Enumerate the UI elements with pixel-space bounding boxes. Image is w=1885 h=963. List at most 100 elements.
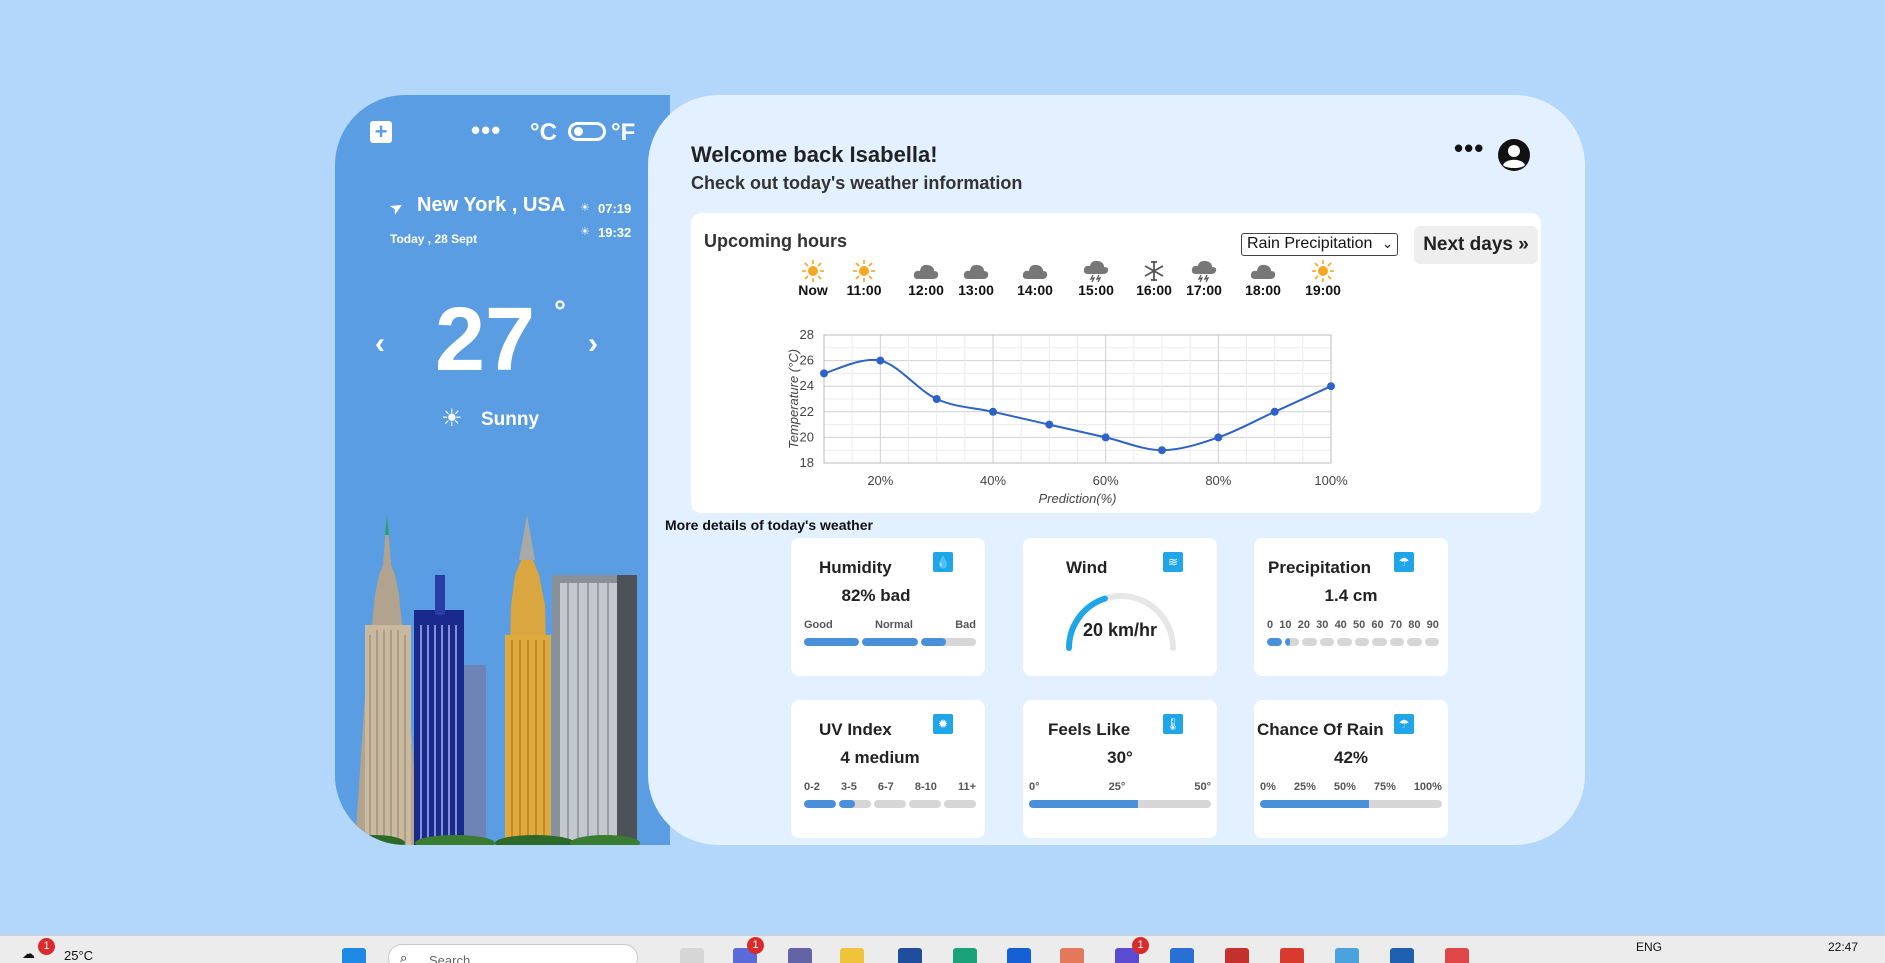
humidity-segment-fill (804, 638, 860, 646)
hour-item: 16:00 (1129, 259, 1179, 298)
feels-like-bar-fill (1029, 800, 1139, 808)
uv-segment-fill (804, 800, 836, 808)
humidity-segment (920, 638, 976, 646)
language-indicator[interactable]: ENG (1636, 940, 1662, 954)
more-options-button[interactable]: ••• (471, 115, 501, 146)
x-axis-label: Prediction(%) (1038, 491, 1116, 506)
scale-label: 100% (1413, 781, 1442, 793)
scale-label: 50% (1333, 781, 1356, 793)
humidity-card: Humidity 💧 82% bad Good Normal Bad (791, 538, 985, 676)
app-icon[interactable] (1007, 948, 1031, 963)
hour-label: 16:00 (1136, 282, 1172, 298)
precipitation-segment (1424, 638, 1439, 646)
y-tick-label: 26 (800, 353, 814, 368)
taskbar-temperature[interactable]: 25°C (64, 948, 93, 963)
search-icon: ⌕ (400, 950, 408, 963)
office-icon[interactable] (1060, 948, 1084, 963)
x-tick-label: 40% (980, 473, 1006, 488)
add-location-button[interactable]: + (370, 121, 392, 143)
x-tick-label: 60% (1093, 473, 1119, 488)
wind-card: Wind ≋ 20 km/hr (1023, 538, 1217, 676)
clock[interactable]: 22:47 (1828, 940, 1858, 954)
wind-icon: ≋ (1163, 552, 1183, 572)
next-days-button[interactable]: Next days » (1414, 226, 1538, 264)
search-input[interactable]: Search (388, 944, 638, 963)
droplet-icon: 💧 (933, 552, 953, 572)
precipitation-segment (1319, 638, 1334, 646)
humidity-title: Humidity (819, 558, 892, 577)
hour-item: 17:00 (1179, 259, 1229, 298)
scale-label: 75% (1373, 781, 1396, 793)
start-icon[interactable] (342, 948, 366, 963)
sun-icon (788, 259, 838, 283)
location-name: New York , USA (417, 194, 566, 216)
weather-condition: Sunny (481, 409, 540, 430)
uv-index-title: UV Index (819, 720, 892, 739)
outlook-icon[interactable] (1170, 948, 1194, 963)
precipitation-segment-fill (1267, 638, 1282, 646)
chance-of-rain-bar-fill (1260, 800, 1370, 808)
scale-label: 70 (1389, 619, 1403, 631)
teams-icon[interactable] (788, 948, 812, 963)
next-day-button[interactable]: › (588, 327, 598, 361)
chance-of-rain-value: 42% (1333, 748, 1369, 767)
user-profile-icon[interactable] (1497, 138, 1531, 172)
file-explorer-icon[interactable] (840, 948, 864, 963)
weather-widget-icon[interactable]: ☁ (22, 946, 35, 962)
chance-of-rain-scale: 0% 25% 50% 75% 100% (1260, 781, 1442, 793)
calendar-icon[interactable] (1335, 948, 1359, 963)
precipitation-segment-fill (1284, 638, 1291, 646)
previous-day-button[interactable]: ‹ (375, 327, 385, 361)
hour-item: Now (788, 259, 838, 298)
current-temperature: 27 (435, 290, 536, 390)
scale-label: 0 (1267, 619, 1274, 631)
metric-select[interactable]: Rain Precipitation ⌄ (1241, 233, 1398, 256)
city-skyline-illustration (335, 515, 670, 845)
fahrenheit-label: °F (611, 119, 636, 146)
header-more-button[interactable]: ••• (1454, 133, 1484, 164)
scale-label: 25% (1293, 781, 1316, 793)
chance-of-rain-bar (1260, 800, 1442, 808)
feels-like-scale-label: 50° (1194, 781, 1211, 793)
data-point (989, 407, 997, 416)
scale-label: 11+ (957, 781, 976, 793)
task-view-icon[interactable] (680, 948, 704, 963)
sun-icon (839, 259, 889, 283)
precipitation-segment (1407, 638, 1422, 646)
feels-like-scale-label: 0° (1029, 781, 1040, 793)
unit-toggle[interactable] (568, 122, 606, 141)
data-point (820, 369, 828, 378)
scale-label: 40 (1334, 619, 1347, 631)
rain-cloud-icon: ☂ (1394, 552, 1414, 572)
humidity-value: 82% bad (841, 586, 911, 605)
cloud-icon (901, 259, 951, 283)
chrome-icon[interactable] (1280, 948, 1304, 963)
store-icon[interactable] (1390, 948, 1414, 963)
uv-segment (839, 800, 871, 808)
cloud-icon (951, 259, 1001, 283)
degree-symbol: ° (554, 295, 566, 328)
notes-icon[interactable] (1445, 948, 1469, 963)
scale-label: 10 (1279, 619, 1292, 631)
humidity-segment-fill (862, 638, 918, 646)
precipitation-segment (1302, 638, 1317, 646)
wind-value: 20 km/hr (1082, 620, 1158, 640)
edge-icon[interactable] (953, 948, 977, 963)
uv-index-value: 4 medium (840, 748, 920, 767)
toggle-knob (574, 127, 583, 136)
wind-title: Wind (1066, 558, 1108, 577)
upcoming-hours-title: Upcoming hours (704, 231, 847, 251)
precipitation-card: Precipitation ☂ 1.4 cm 0 10 20 30 40 50 60 70 80… (1254, 538, 1448, 676)
current-date: Today , 28 Sept (390, 232, 478, 246)
mail-icon[interactable] (898, 948, 922, 963)
uv-segment (874, 800, 906, 808)
precipitation-value: 1.4 cm (1324, 586, 1378, 605)
chat-badge: 1 (747, 937, 764, 954)
uv-bar (804, 800, 976, 808)
hour-item: 19:00 (1298, 259, 1348, 298)
scale-label: 3-5 (840, 781, 857, 793)
sunrise-time: 07:19 (598, 201, 632, 216)
rain-cloud-icon: ☂ (1394, 714, 1414, 734)
gmail-icon[interactable] (1225, 948, 1249, 963)
y-tick-label: 24 (800, 378, 814, 393)
